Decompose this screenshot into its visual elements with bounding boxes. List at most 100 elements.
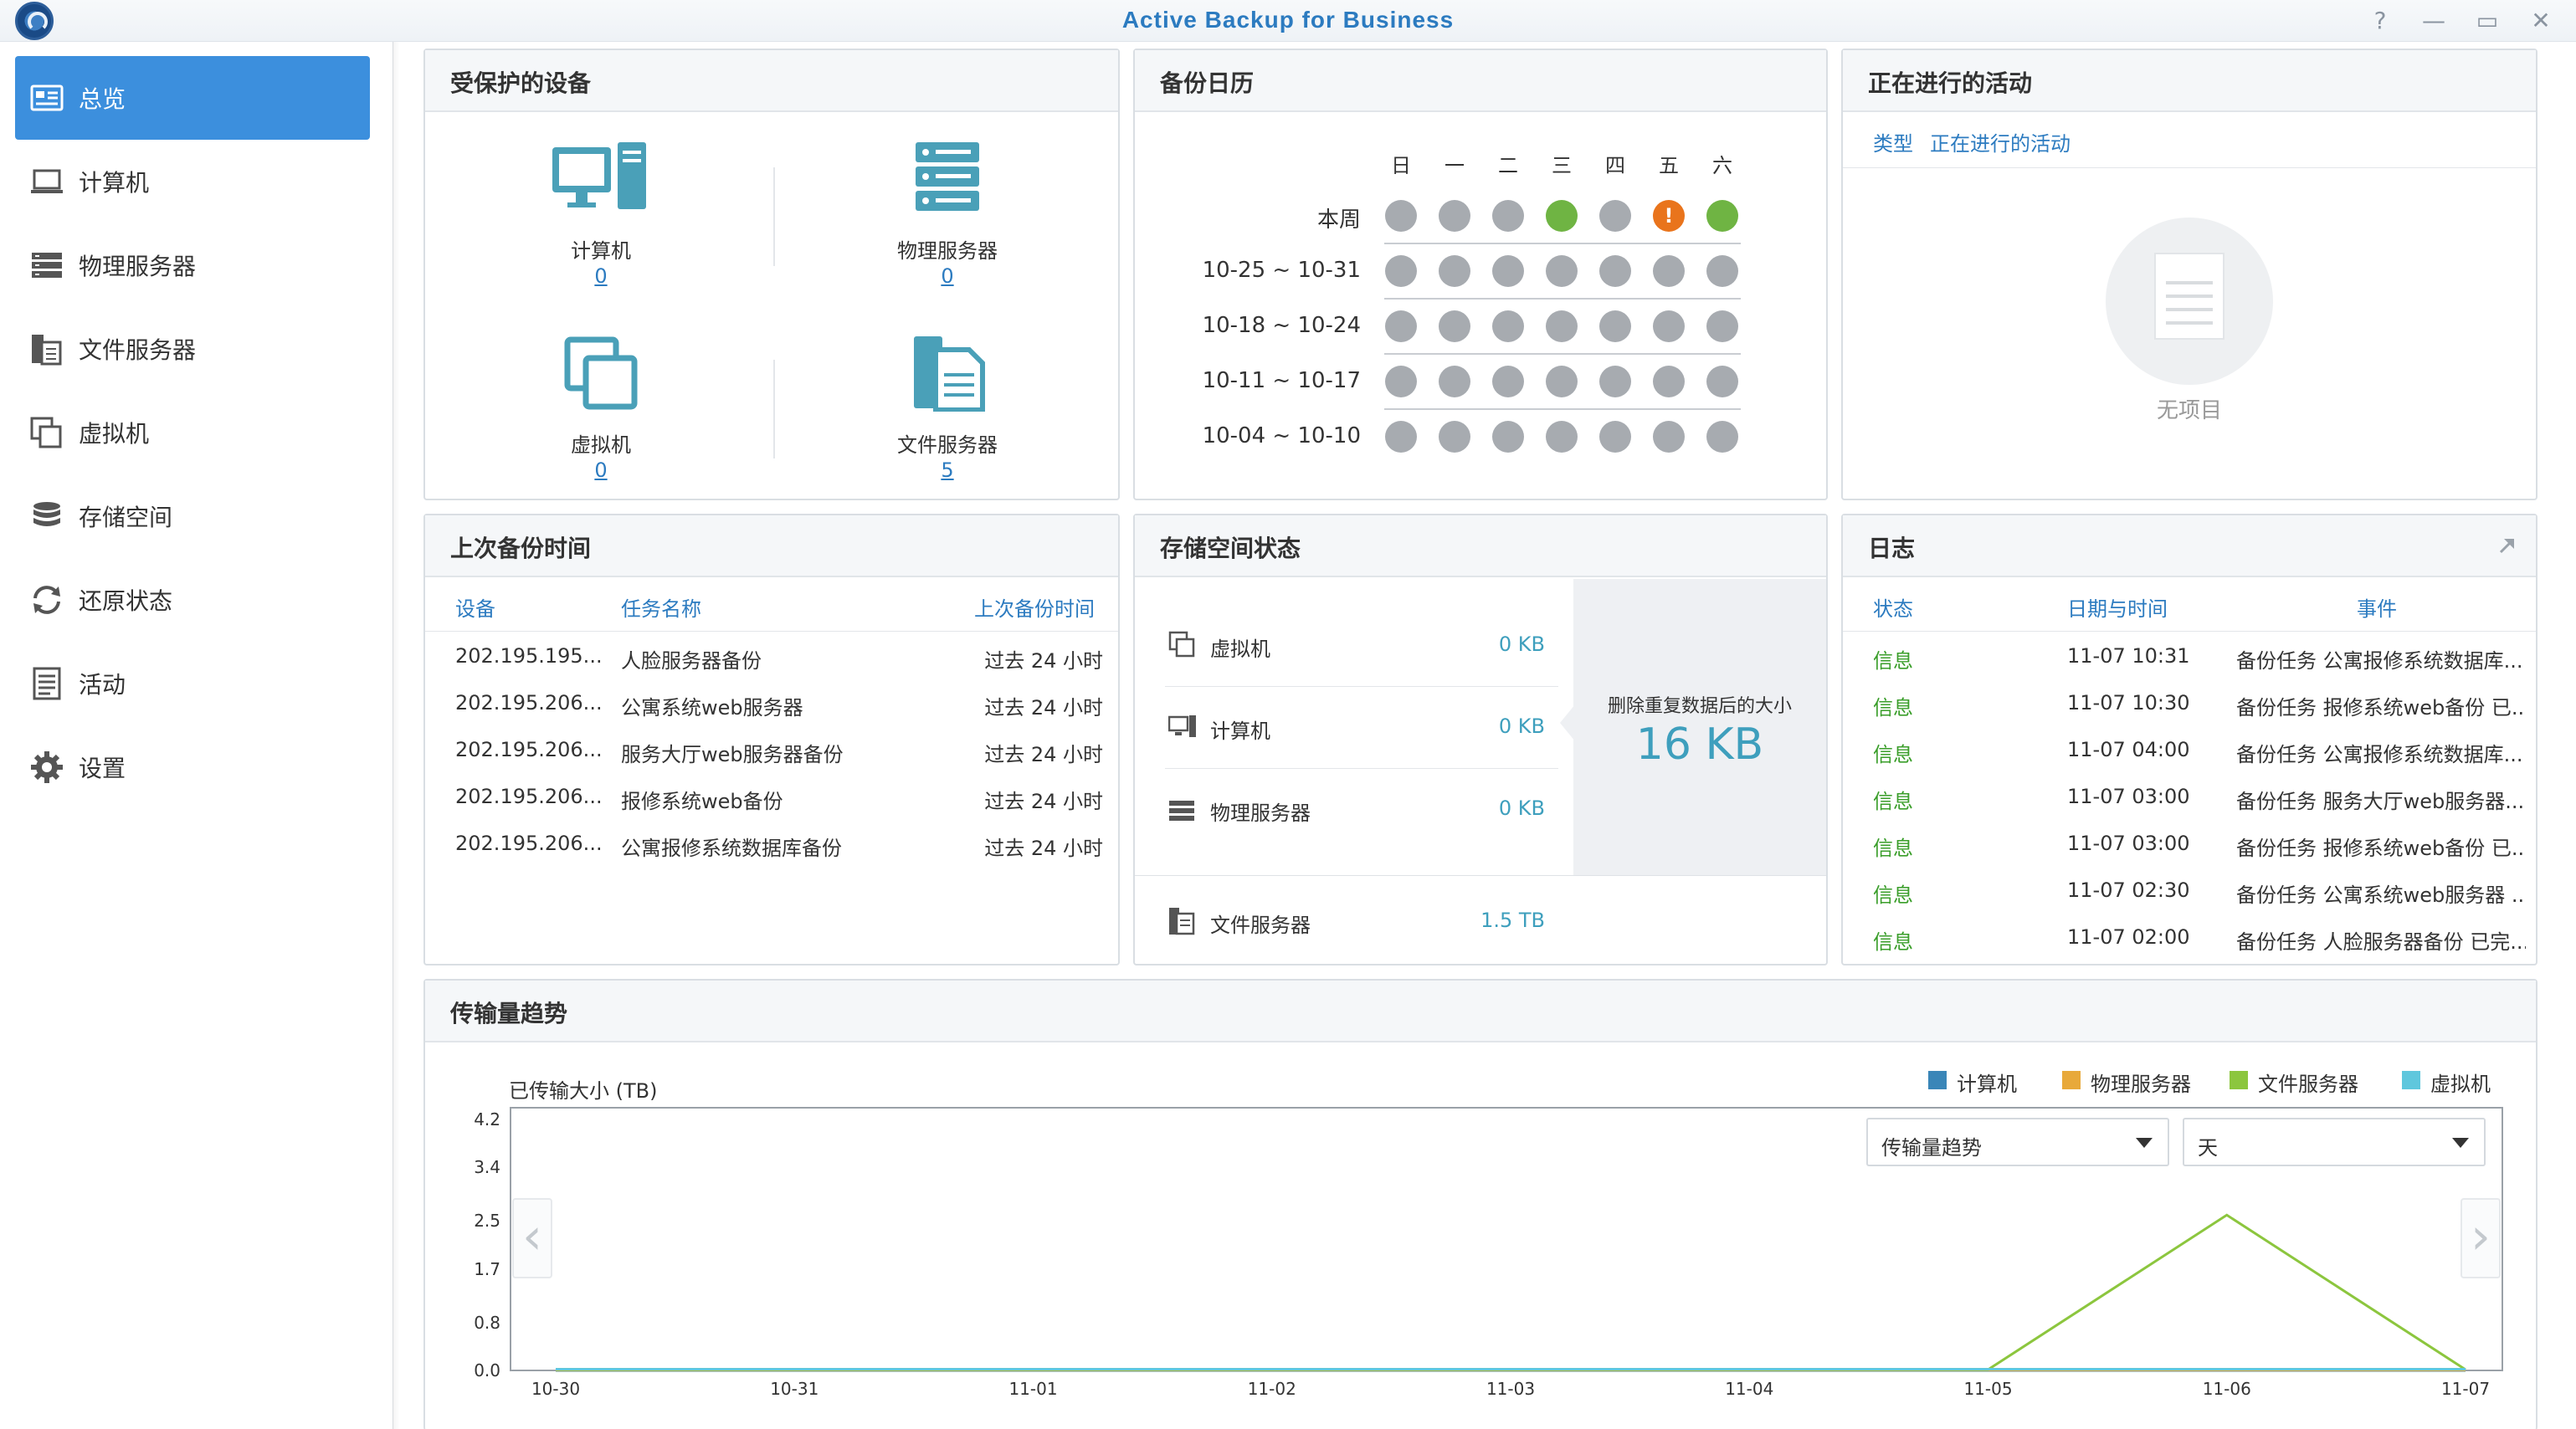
sidebar-item-settings[interactable]: 设置 [15, 725, 370, 809]
calendar-day-dot-none[interactable] [1439, 421, 1470, 453]
chart-area: 0.0 0.8 1.7 2.5 3.4 4.2 10-30 10-31 11-01 11-02 11… [425, 981, 2539, 1429]
sidebar-item-physical-server[interactable]: 物理服务器 [15, 223, 370, 307]
close-button[interactable]: ✕ [2524, 5, 2558, 37]
weekday-label: 六 [1712, 154, 1732, 177]
device-count-virtual-machine[interactable]: 0 [517, 458, 685, 482]
chart-next-button[interactable]: › [2461, 1198, 2501, 1278]
overview-icon [30, 85, 64, 111]
y-tick-label: 4.2 [474, 1109, 500, 1129]
calendar-day-dot-none[interactable] [1385, 255, 1417, 287]
calendar-day-dot-none[interactable] [1546, 421, 1578, 453]
server-icon [32, 253, 62, 278]
calendar-day-dot-none[interactable] [1653, 421, 1685, 453]
divider [1843, 631, 2536, 632]
calendar-day-dot-none[interactable] [1385, 421, 1417, 453]
weekday-label: 四 [1605, 154, 1625, 177]
calendar-day-dot-none[interactable] [1385, 366, 1417, 397]
calendar-day-dot-none[interactable] [1653, 310, 1685, 342]
calendar-day-dot-none[interactable] [1599, 310, 1631, 342]
column-header-datetime[interactable]: 日期与时间 [2067, 592, 2168, 622]
calendar-day-dot-none[interactable] [1599, 421, 1631, 453]
cell-last-backup: 过去 24 小时 [984, 743, 1103, 766]
calendar-day-dot-none[interactable] [1546, 366, 1578, 397]
column-header-device[interactable]: 设备 [455, 592, 495, 622]
calendar-day-dot-none[interactable] [1439, 255, 1470, 287]
warning-icon[interactable]: ! [1653, 200, 1685, 232]
calendar-day-dot-none[interactable] [1492, 255, 1524, 287]
calendar-day-dot-none[interactable] [1439, 200, 1470, 232]
divider [1384, 353, 1741, 355]
restore-icon [33, 586, 60, 614]
panel-header: 上次备份时间 [425, 515, 1118, 577]
weekday-label: 一 [1445, 154, 1465, 177]
device-count-computer[interactable]: 0 [517, 264, 685, 288]
calendar-day-dot-none[interactable] [1492, 200, 1524, 232]
calendar-day-dot-none[interactable] [1653, 366, 1685, 397]
calendar-day-dot-none[interactable] [1706, 421, 1738, 453]
sidebar-item-virtual-machine[interactable]: 虚拟机 [15, 391, 370, 474]
period-select[interactable]: 天 [2183, 1118, 2486, 1166]
column-header-activity[interactable]: 正在进行的活动 [1930, 127, 2071, 156]
calendar-day-dot-none[interactable] [1385, 200, 1417, 232]
calendar-week-label: 10-11 ~ 10-17 [1202, 368, 1361, 393]
help-button[interactable]: ? [2363, 5, 2397, 37]
sidebar-item-label: 总览 [79, 85, 126, 113]
minimize-button[interactable]: — [2417, 5, 2450, 37]
column-header-status[interactable]: 状态 [1873, 592, 1913, 622]
window-title: Active Backup for Business [1121, 7, 1455, 33]
calendar-day-dot-none[interactable] [1599, 200, 1631, 232]
calendar-day-dot-none[interactable] [1439, 310, 1470, 342]
log-event: 备份任务 报修系统web备份 已... [2236, 837, 2526, 860]
calendar-day-dot-none[interactable] [1706, 255, 1738, 287]
expand-icon[interactable] [2497, 535, 2517, 556]
sidebar-item-restore-status[interactable]: 还原状态 [15, 558, 370, 642]
divider [1384, 243, 1741, 244]
sidebar-item-computer[interactable]: 计算机 [15, 140, 370, 223]
metric-select[interactable]: 传输量趋势 [1866, 1118, 2169, 1166]
computer-icon [1168, 715, 1196, 737]
calendar-day-dot-none[interactable] [1546, 255, 1578, 287]
calendar-day-dot-none[interactable] [1599, 255, 1631, 287]
file-server-icon [1169, 908, 1195, 935]
sidebar-item-overview[interactable]: 总览 [15, 56, 370, 140]
calendar-day-dot-none[interactable] [1706, 366, 1738, 397]
panel-header: 正在进行的活动 [1843, 50, 2536, 112]
transfer-chart-svg [510, 1107, 2503, 1372]
calendar-day-dot-success[interactable] [1706, 200, 1738, 232]
sidebar-item-file-server[interactable]: 文件服务器 [15, 307, 370, 391]
column-header-task[interactable]: 任务名称 [621, 592, 701, 622]
column-header-last-backup[interactable]: 上次备份时间 [974, 592, 1095, 622]
calendar-day-dot-none[interactable] [1492, 310, 1524, 342]
storage-item-value: 0 KB [1498, 633, 1545, 656]
cell-device: 202.195.206... [455, 785, 603, 808]
calendar-day-dot-none[interactable] [1492, 421, 1524, 453]
calendar-day-dot-success[interactable] [1546, 200, 1578, 232]
sidebar-item-label: 虚拟机 [79, 420, 150, 448]
file-server-icon [32, 335, 62, 366]
panel-title: 存储空间状态 [1160, 535, 1301, 562]
device-count-physical-server[interactable]: 0 [864, 264, 1031, 288]
calendar-day-dot-none[interactable] [1385, 310, 1417, 342]
logs-panel: 日志 状态 日期与时间 事件 信息 11-07 10:31 备份任务 公寓报修系统数… [1841, 514, 2538, 965]
column-header-event[interactable]: 事件 [2357, 592, 2397, 622]
chart-prev-button[interactable]: ‹ [512, 1198, 552, 1278]
panel-header: 备份日历 [1135, 50, 1826, 112]
device-label-virtual-machine: 虚拟机 [571, 433, 631, 457]
dedup-value: 16 KB [1635, 720, 1764, 770]
weekday-label: 二 [1498, 154, 1518, 177]
storage-item-label: 物理服务器 [1210, 802, 1311, 825]
series-line-2[interactable] [556, 1213, 2466, 1371]
calendar-day-dot-none[interactable] [1599, 366, 1631, 397]
sidebar-item-activity[interactable]: 活动 [15, 642, 370, 725]
calendar-day-dot-none[interactable] [1546, 310, 1578, 342]
maximize-button[interactable]: ▭ [2471, 5, 2504, 37]
calendar-day-dot-none[interactable] [1706, 310, 1738, 342]
calendar-day-dot-none[interactable] [1492, 366, 1524, 397]
column-header-type[interactable]: 类型 [1873, 127, 1913, 156]
calendar-day-dot-none[interactable] [1439, 366, 1470, 397]
storage-item-label: 计算机 [1210, 720, 1270, 743]
storage-icon [33, 502, 60, 526]
calendar-day-dot-none[interactable] [1653, 255, 1685, 287]
sidebar-item-storage[interactable]: 存储空间 [15, 474, 370, 558]
device-count-file-server[interactable]: 5 [864, 458, 1031, 482]
